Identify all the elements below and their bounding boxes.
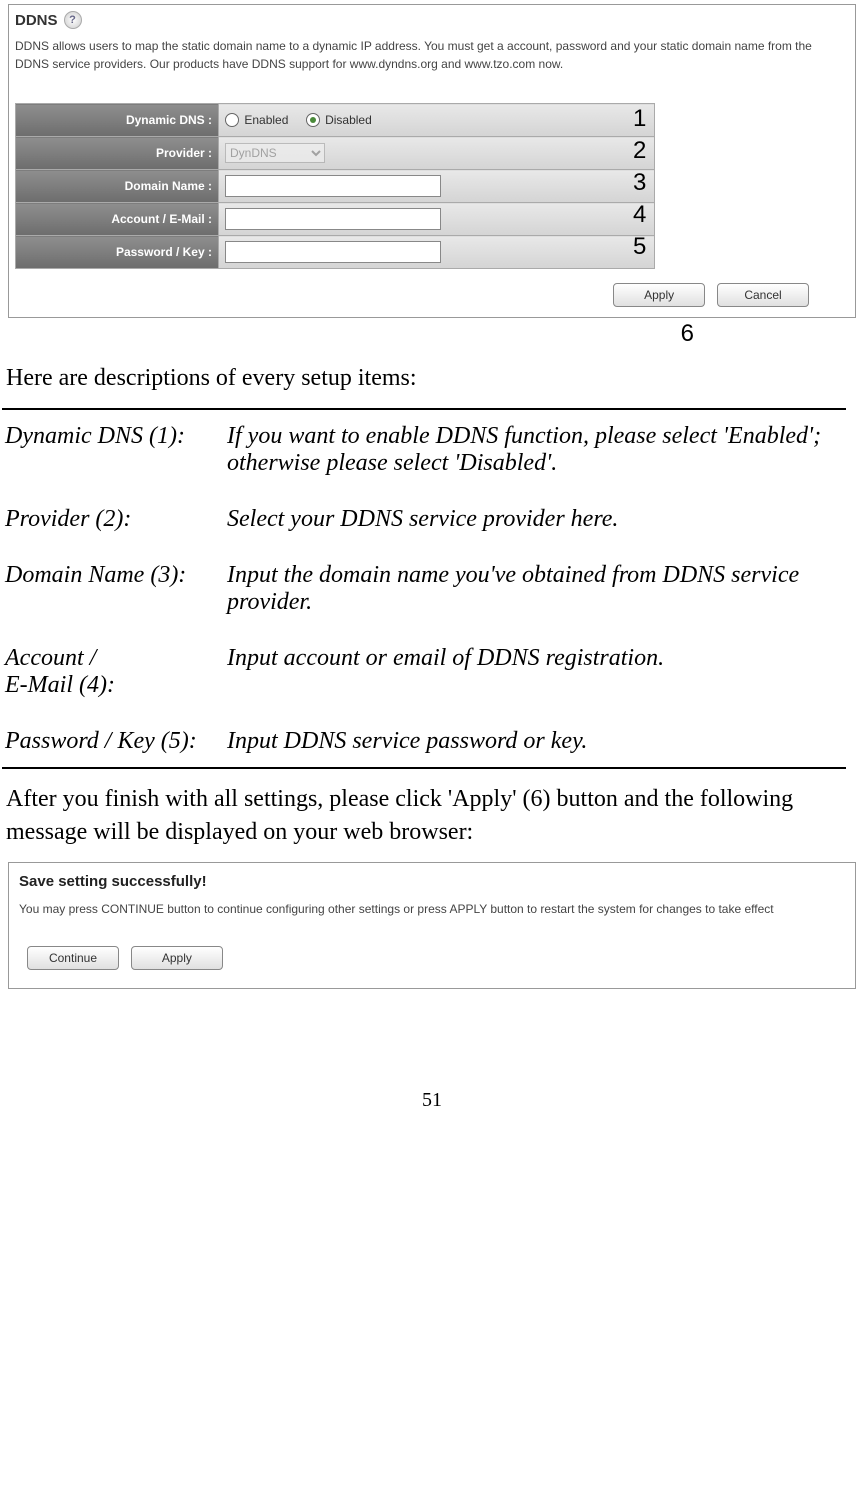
after-text: After you finish with all settings, plea…	[6, 783, 846, 848]
ddns-title: DDNS	[15, 12, 58, 29]
row-account: Account / E-Mail :	[16, 203, 655, 236]
desc-3-label: Domain Name (3):	[4, 561, 224, 642]
annotation-3: 3	[633, 169, 646, 197]
hr-bottom	[2, 767, 846, 769]
desc-1-label: Dynamic DNS (1):	[4, 422, 224, 503]
value-dynamic-dns: Enabled Disabled	[219, 104, 655, 137]
desc-row-5: Password / Key (5): Input DDNS service p…	[4, 727, 842, 761]
cancel-button[interactable]: Cancel	[717, 283, 809, 307]
annotation-2: 2	[633, 137, 646, 165]
annotation-5: 5	[633, 233, 646, 261]
radio-enabled-label: Enabled	[244, 113, 288, 127]
desc-4-label-line2: E-Mail (4):	[5, 672, 115, 698]
label-account: Account / E-Mail :	[16, 203, 219, 236]
desc-5-label: Password / Key (5):	[4, 727, 224, 761]
radio-disabled[interactable]	[306, 113, 320, 127]
account-input[interactable]	[225, 208, 441, 230]
value-password	[219, 236, 655, 269]
ddns-config-screenshot: DDNS ? DDNS allows users to map the stat…	[8, 4, 856, 318]
desc-2-text: Select your DDNS service provider here.	[226, 505, 842, 559]
row-domain: Domain Name :	[16, 170, 655, 203]
desc-4-label: Account / E-Mail (4):	[4, 644, 224, 725]
radio-enabled[interactable]	[225, 113, 239, 127]
continue-button[interactable]: Continue	[27, 946, 119, 970]
help-icon[interactable]: ?	[64, 11, 82, 29]
password-input[interactable]	[225, 241, 441, 263]
page-number: 51	[0, 1089, 864, 1132]
annotation-6: 6	[0, 320, 864, 348]
provider-select[interactable]: DynDNS	[225, 143, 325, 163]
row-provider: Provider : DynDNS	[16, 137, 655, 170]
radio-disabled-label: Disabled	[325, 113, 372, 127]
ddns-description: DDNS allows users to map the static doma…	[15, 37, 849, 73]
desc-1-text: If you want to enable DDNS function, ple…	[226, 422, 842, 503]
label-password: Password / Key :	[16, 236, 219, 269]
desc-row-2: Provider (2): Select your DDNS service p…	[4, 505, 842, 559]
annotation-1: 1	[633, 105, 646, 133]
desc-4-text: Input account or email of DDNS registrat…	[226, 644, 842, 725]
value-domain	[219, 170, 655, 203]
desc-5-text: Input DDNS service password or key.	[226, 727, 842, 761]
desc-row-1: Dynamic DNS (1): If you want to enable D…	[4, 422, 842, 503]
desc-4-label-line1: Account /	[5, 645, 96, 671]
save-description: You may press CONTINUE button to continu…	[19, 900, 845, 918]
intro-text: Here are descriptions of every setup ite…	[6, 362, 846, 394]
hr-top	[2, 408, 846, 410]
ddns-title-row: DDNS ?	[15, 11, 849, 29]
apply-button-2[interactable]: Apply	[131, 946, 223, 970]
label-domain: Domain Name :	[16, 170, 219, 203]
desc-row-3: Domain Name (3): Input the domain name y…	[4, 561, 842, 642]
desc-row-4: Account / E-Mail (4): Input account or e…	[4, 644, 842, 725]
label-dynamic-dns: Dynamic DNS :	[16, 104, 219, 137]
label-provider: Provider :	[16, 137, 219, 170]
annotation-4: 4	[633, 201, 646, 229]
desc-3-text: Input the domain name you've obtained fr…	[226, 561, 842, 642]
row-dynamic-dns: Dynamic DNS : Enabled Disabled	[16, 104, 655, 137]
value-provider: DynDNS	[219, 137, 655, 170]
description-table: Dynamic DNS (1): If you want to enable D…	[2, 420, 844, 763]
desc-2-label: Provider (2):	[4, 505, 224, 559]
ddns-form-table: Dynamic DNS : Enabled Disabled Provider …	[15, 103, 655, 269]
domain-input[interactable]	[225, 175, 441, 197]
save-success-screenshot: Save setting successfully! You may press…	[8, 862, 856, 989]
apply-button[interactable]: Apply	[613, 283, 705, 307]
button-row: Apply Cancel	[15, 283, 849, 307]
value-account	[219, 203, 655, 236]
save-title: Save setting successfully!	[19, 873, 845, 890]
row-password: Password / Key :	[16, 236, 655, 269]
